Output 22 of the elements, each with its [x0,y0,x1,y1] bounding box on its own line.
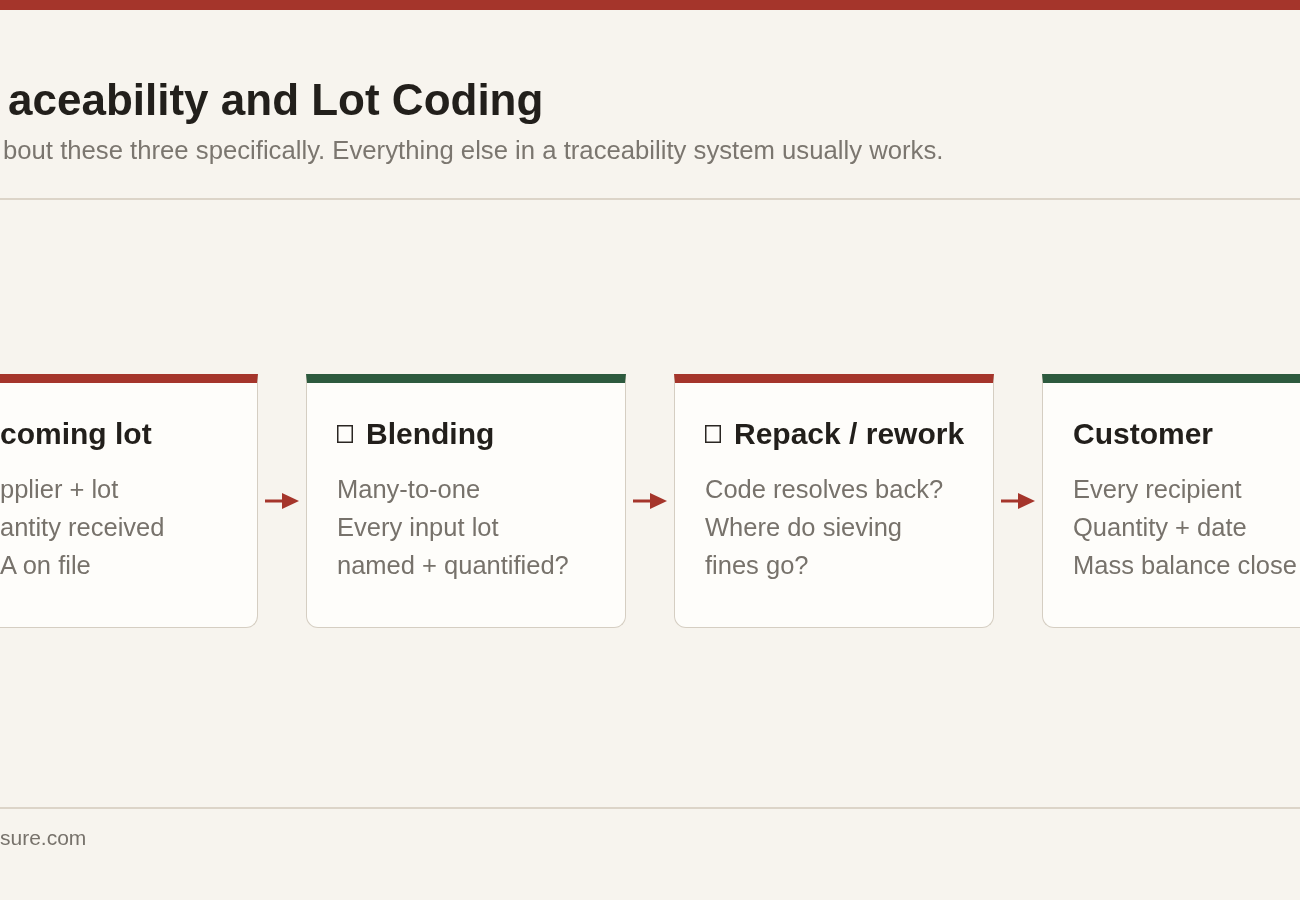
step-detail: Every input lot [337,511,499,543]
page-subtitle: bout these three specifically. Everything else in a traceability system usually works. [2,135,944,165]
step-title: Blending [366,415,495,452]
step-detail: Where do sieving [705,511,902,543]
step-detail: Mass balance close [1073,549,1297,581]
step-detail: Many-to-one [337,473,481,505]
footer-url: sure.com [0,825,87,851]
step-title: Customer [1073,415,1214,452]
step-detail: Code resolves back? [705,473,944,505]
step-detail: Quantity + date [1073,511,1247,543]
step-title: coming lot [0,415,152,452]
arrow-icon [265,491,299,510]
step-detail: antity received [0,511,165,543]
arrow-icon [633,491,667,510]
step-detail: fines go? [705,549,809,581]
step-title: Repack / rework [734,415,965,452]
step-detail: Every recipient [1073,473,1242,505]
page-title: aceability and Lot Coding [7,74,544,126]
step-detail: named + quantified? [337,549,569,581]
arrow-icon [1001,491,1035,510]
step-detail: pplier + lot [0,473,119,505]
step-detail: A on file [0,549,91,581]
